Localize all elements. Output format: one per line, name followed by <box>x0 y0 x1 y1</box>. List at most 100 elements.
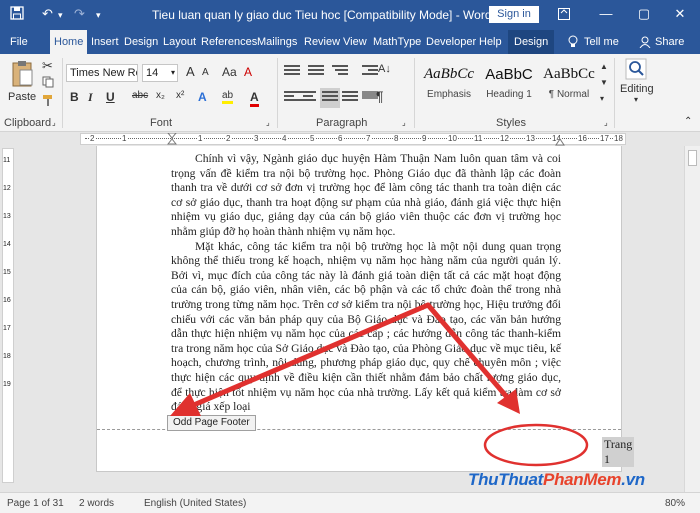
undo-icon[interactable]: ↶ <box>42 6 53 22</box>
scroll-thumb[interactable] <box>688 150 697 166</box>
styles-more-icon[interactable]: ▾ <box>600 94 604 103</box>
align-left-icon[interactable] <box>284 91 300 105</box>
vertical-ruler[interactable]: 11 12 13 14 15 16 17 18 19 <box>2 148 14 483</box>
ruler-number: 4 <box>281 134 288 143</box>
highlight-button[interactable]: ab <box>222 90 234 104</box>
paste-button[interactable]: Paste <box>8 60 36 103</box>
style-heading-1[interactable]: AaBbC Heading 1 <box>480 60 538 112</box>
undo-dropdown-icon[interactable]: ▾ <box>58 10 63 21</box>
tab-review[interactable]: Review <box>304 30 340 54</box>
tab-home[interactable]: Home <box>50 30 88 54</box>
ruler-number: 10 <box>447 134 458 143</box>
styles-scroll-up-icon[interactable]: ▲ <box>600 62 608 71</box>
tell-me-search[interactable]: Tell me <box>584 30 619 54</box>
page-count[interactable]: Page 1 of 31 <box>7 498 64 509</box>
watermark-part-1: ThuThuat <box>468 470 544 489</box>
line-spacing-icon[interactable] <box>342 91 358 105</box>
font-size-box[interactable]: 14 ▾ <box>142 64 178 82</box>
document-body[interactable]: Chính vì vậy, Ngành giáo dục huyện Hàm T… <box>171 152 561 415</box>
superscript-button[interactable]: x² <box>176 90 184 101</box>
watermark-part-2: PhanMem <box>543 470 622 489</box>
bold-button[interactable]: B <box>70 90 79 104</box>
lightbulb-icon[interactable] <box>567 30 579 54</box>
save-icon[interactable] <box>10 6 24 23</box>
copy-icon[interactable] <box>42 76 54 91</box>
share-icon[interactable] <box>639 30 651 54</box>
tab-insert[interactable]: Insert <box>91 30 119 54</box>
multilevel-list-icon[interactable] <box>332 65 348 79</box>
styles-scroll-down-icon[interactable]: ▼ <box>600 78 608 87</box>
minimize-button[interactable]: — <box>594 4 618 24</box>
font-name-box[interactable]: Times New Ro <box>66 64 138 82</box>
paste-label: Paste <box>8 91 37 103</box>
tab-mathtype[interactable]: MathType <box>373 30 421 54</box>
paragraph-launcher-icon[interactable]: ⌟ <box>402 118 406 127</box>
style-normal[interactable]: AaBbCc ¶ Normal <box>540 60 598 112</box>
ruler-number: 1 <box>197 134 204 143</box>
tab-references[interactable]: References <box>201 30 257 54</box>
font-color-button[interactable]: A <box>250 90 259 107</box>
font-size-value: 14 <box>146 67 159 79</box>
collapse-ribbon-icon[interactable]: ⌃ <box>684 116 692 127</box>
share-button[interactable]: Share <box>655 30 684 54</box>
divider <box>414 58 415 128</box>
indent-marker-icon[interactable] <box>167 133 177 145</box>
tab-view[interactable]: View <box>343 30 367 54</box>
tab-mailings[interactable]: Mailings <box>257 30 297 54</box>
bullets-icon[interactable] <box>284 65 300 79</box>
styles-launcher-icon[interactable]: ⌟ <box>604 118 608 127</box>
font-launcher-icon[interactable]: ⌟ <box>266 118 270 127</box>
document-area[interactable]: Chính vì vậy, Ngành giáo dục huyện Hàm T… <box>16 146 683 492</box>
close-button[interactable]: ✕ <box>668 4 692 24</box>
style-emphasis[interactable]: AaBbCc Emphasis <box>420 60 478 112</box>
format-painter-icon[interactable] <box>42 94 54 109</box>
vertical-scrollbar[interactable] <box>684 146 700 492</box>
redo-icon[interactable]: ↷ <box>74 6 85 22</box>
subscript-button[interactable]: x₂ <box>156 90 165 101</box>
tab-help[interactable]: Help <box>479 30 502 54</box>
document-page[interactable]: Chính vì vậy, Ngành giáo dục huyện Hàm T… <box>96 146 635 472</box>
tab-header-footer-design[interactable]: Design <box>508 30 555 54</box>
sort-button[interactable]: A↓ <box>378 63 391 75</box>
numbering-icon[interactable] <box>308 65 324 79</box>
strikethrough-button[interactable]: abc <box>132 90 148 101</box>
zoom-level[interactable]: 80% <box>665 498 685 509</box>
tab-layout[interactable]: Layout <box>163 30 196 54</box>
customize-icon[interactable]: ▾ <box>96 10 101 21</box>
ribbon-display-options-icon[interactable] <box>552 4 576 24</box>
word-count[interactable]: 2 words <box>79 498 114 509</box>
paragraph[interactable]: Mặt khác, công tác kiểm tra nội bộ trườn… <box>171 240 561 415</box>
tab-file[interactable]: File <box>10 30 28 54</box>
editing-button[interactable]: Editing ▾ <box>620 58 654 104</box>
clear-formatting-button[interactable]: A <box>244 65 252 79</box>
cut-icon[interactable]: ✂ <box>42 58 53 74</box>
decrease-indent-icon[interactable] <box>362 65 378 79</box>
tab-design[interactable]: Design <box>124 30 158 54</box>
underline-button[interactable]: U <box>106 90 115 104</box>
align-center-icon[interactable] <box>300 91 316 105</box>
language-indicator[interactable]: English (United States) <box>144 498 246 509</box>
site-watermark: ThuThuatPhanMem.vn <box>468 470 645 490</box>
footer-tag: Odd Page Footer <box>167 415 256 431</box>
right-indent-marker-icon[interactable] <box>555 136 565 146</box>
italic-button[interactable]: I <box>88 90 93 105</box>
text-effects-button[interactable]: A <box>198 90 207 104</box>
clipboard-launcher-icon[interactable]: ⌟ <box>52 118 56 127</box>
page-number-field[interactable]: Trang 1 <box>602 437 635 467</box>
vruler-number: 12 <box>3 185 11 192</box>
style-normal-sample: AaBbCc <box>543 66 595 82</box>
change-case-button[interactable]: Aa <box>222 65 237 79</box>
vruler-number: 19 <box>3 381 11 388</box>
styles-group-label: Styles <box>496 117 526 129</box>
horizontal-ruler[interactable]: 2 1 1 2 3 4 5 6 7 8 9 10 11 12 13 14 16 … <box>80 133 626 146</box>
paragraph[interactable]: Chính vì vậy, Ngành giáo dục huyện Hàm T… <box>171 152 561 240</box>
restore-button[interactable]: ▢ <box>632 4 656 24</box>
grow-font-button[interactable]: A <box>186 64 195 79</box>
show-formatting-button[interactable]: ¶ <box>376 88 384 104</box>
ruler-number: 3 <box>253 134 260 143</box>
editing-label: Editing <box>620 83 654 95</box>
tab-developer[interactable]: Developer <box>426 30 476 54</box>
align-justify-icon[interactable] <box>320 88 340 108</box>
shrink-font-button[interactable]: A <box>202 67 209 78</box>
sign-in-button[interactable]: Sign in <box>489 6 539 23</box>
